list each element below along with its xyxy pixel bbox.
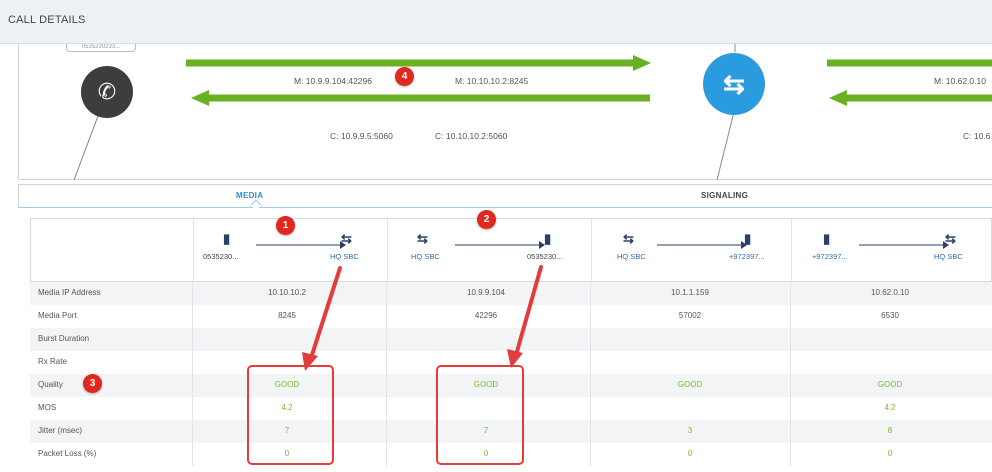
call-flow-diagram: 0535230233... ✆ ⇆ M: 10.9.9.104:42296 M:… (18, 44, 992, 180)
flow-lines (73, 44, 992, 180)
phone-icon: ▮ (223, 231, 231, 246)
table-row: Media IP Address 10.10.10.2 10.9.9.104 1… (30, 282, 992, 305)
sbc-icon: ⇆ (417, 231, 428, 246)
leg-to: 0535230... (527, 252, 563, 261)
highlight-box-leg1 (247, 365, 334, 465)
leg-arrow (657, 241, 747, 249)
table-cell: 8245 (278, 311, 296, 320)
table-cell: 10.1.1.159 (671, 288, 709, 297)
leg-from: +972397... (812, 252, 848, 261)
sbc-icon: ⇆ (341, 231, 352, 246)
detail-tabs: MEDIA SIGNALING (18, 184, 992, 211)
title-bar: CALL DETAILS (0, 0, 992, 44)
table-cell: 10.10.10.2 (268, 288, 306, 297)
table-cell: GOOD (677, 380, 703, 389)
control-sbc-label: C: 10.10.10.2:5060 (435, 131, 508, 141)
media-arrow-right-head (633, 55, 651, 71)
phone-icon: ▮ (544, 231, 552, 246)
table-cell: 10.62.0.10 (871, 288, 909, 297)
sbc-icon: ⇆ (945, 231, 956, 246)
annotation-badge-2: 2 (477, 210, 496, 229)
table-cell: 0 (687, 449, 693, 458)
table-cell: GOOD (877, 380, 903, 389)
table-cell: 6530 (881, 311, 899, 320)
control-far-label: C: 10.6 (963, 131, 991, 141)
row-label: Media IP Address (38, 288, 101, 297)
leg-arrow (256, 241, 346, 249)
leg-from: 0535230... (203, 252, 239, 261)
caller-number-tag: 0535230233... (66, 44, 136, 52)
row-label: Rx Rate (38, 357, 67, 366)
table-cell: 4.2 (884, 403, 896, 412)
row-label: MOS (38, 403, 57, 412)
table-row: Media Port 8245 42296 57002 6530 (30, 305, 992, 328)
sbc-lifeline (716, 111, 735, 180)
leg-from: HQ SBC (411, 252, 440, 261)
leg-to: HQ SBC (934, 252, 963, 261)
table-cell: 10.9.9.104 (467, 288, 505, 297)
row-label: Media Port (38, 311, 77, 320)
row-label: Burst Duration (38, 334, 90, 343)
phone-icon[interactable]: ✆ (81, 66, 133, 118)
leg-from: HQ SBC (617, 252, 646, 261)
leg-arrow (455, 241, 545, 249)
leg-to: +972397... (729, 252, 765, 261)
row-label: Quality (38, 380, 63, 389)
phone-icon: ▮ (744, 231, 752, 246)
media-caller-label: M: 10.9.9.104:42296 (294, 76, 372, 86)
table-row: Burst Duration (30, 328, 992, 351)
tab-signaling[interactable]: SIGNALING (701, 185, 748, 207)
leg-arrow (859, 241, 949, 249)
annotation-badge-3: 3 (83, 374, 102, 393)
sbc-icon: ⇆ (623, 231, 634, 246)
table-cell: 3 (687, 426, 693, 435)
phone-icon: ▮ (823, 231, 831, 246)
row-label: Packet Loss (%) (38, 449, 97, 458)
annotation-badge-1: 1 (276, 216, 295, 235)
media-sbc-label: M: 10.10.10.2:8245 (455, 76, 529, 86)
far-arrow-left-head (829, 90, 847, 106)
table-cell: 0 (887, 449, 893, 458)
media-arrow-left-head (191, 90, 209, 106)
row-label: Jitter (msec) (38, 426, 82, 435)
annotation-badge-4: 4 (395, 67, 414, 86)
highlight-box-leg2 (436, 365, 524, 465)
table-cell: 57002 (678, 311, 702, 320)
control-caller-label: C: 10.9.9.5:5060 (330, 131, 393, 141)
window-title: CALL DETAILS (8, 14, 86, 26)
legs-header-row: ▮ 0535230... ⇆ HQ SBC ⇆ HQ SBC ▮ 0535230… (30, 218, 992, 283)
table-cell: 42296 (474, 311, 498, 320)
leg-to: HQ SBC (330, 252, 359, 261)
media-far-label: M: 10.62.0.10 (934, 76, 986, 86)
table-cell: 8 (887, 426, 893, 435)
sbc-device-icon[interactable]: ⇆ (703, 53, 765, 115)
